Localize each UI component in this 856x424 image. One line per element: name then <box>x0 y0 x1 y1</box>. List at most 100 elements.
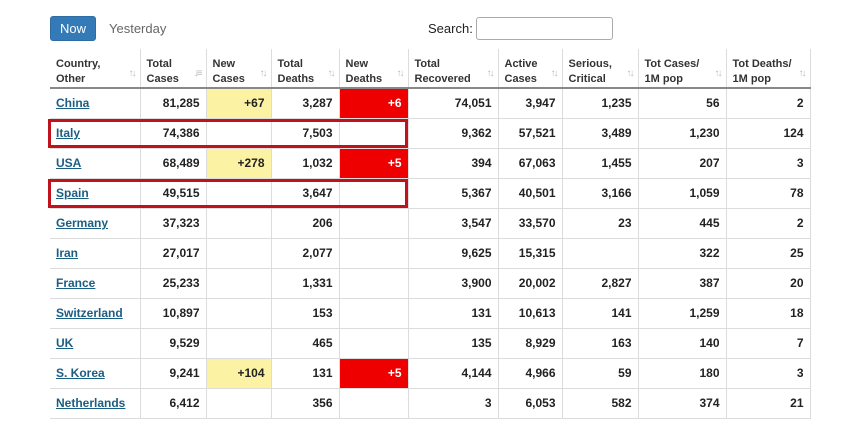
cell-new-cases <box>206 268 272 299</box>
column-header-label: Deaths <box>277 73 315 85</box>
column-header-total-recovered[interactable]: Total Recovered ↑↓ <box>408 49 499 89</box>
coronavirus-stats-table: Country, Other ↑↓ Total Cases ↓≡ New Cases ↑↓ Tot… <box>50 49 811 419</box>
table-row: USA 68,489 +278 1,032 +5 394 67,063 1,455 207 3 <box>50 148 811 179</box>
column-header-new-deaths[interactable]: New Deaths ↑↓ <box>339 49 409 89</box>
tab-now[interactable]: Now <box>50 16 96 41</box>
country-link[interactable]: Netherlands <box>56 396 125 410</box>
sort-both-icon[interactable]: ↑↓ <box>715 66 723 81</box>
country-link[interactable]: Italy <box>56 126 80 140</box>
tab-yesterday[interactable]: Yesterday <box>109 16 166 41</box>
cell-total-recovered: 3,547 <box>408 208 499 239</box>
cell-tot-cases-1m-pop: 1,230 <box>638 118 727 149</box>
column-header-serious-critical[interactable]: Serious, Critical ↑↓ <box>562 49 639 89</box>
cell-tot-deaths-1m-pop: 7 <box>726 328 811 359</box>
country-link[interactable]: UK <box>56 336 73 350</box>
cell-country: USA <box>50 148 141 179</box>
table-row: Switzerland 10,897 153 131 10,613 141 1,259 18 <box>50 298 811 329</box>
country-link[interactable]: USA <box>56 156 81 170</box>
cell-total-recovered: 135 <box>408 328 499 359</box>
column-header-label: New <box>212 58 236 70</box>
cell-tot-cases-1m-pop: 140 <box>638 328 727 359</box>
cell-total-deaths: 7,503 <box>271 118 340 149</box>
cell-serious-critical: 141 <box>562 298 639 329</box>
country-link[interactable]: Switzerland <box>56 306 123 320</box>
cell-active-cases: 6,053 <box>498 388 563 419</box>
cell-tot-deaths-1m-pop: 21 <box>726 388 811 419</box>
cell-total-cases: 6,412 <box>140 388 207 419</box>
cell-new-cases <box>206 208 272 239</box>
cell-total-cases: 37,323 <box>140 208 207 239</box>
country-link[interactable]: China <box>56 96 89 110</box>
sort-both-icon[interactable]: ↑↓ <box>551 66 559 81</box>
column-header-active-cases[interactable]: Active Cases ↑↓ <box>498 49 563 89</box>
table-row: S. Korea 9,241 +104 131 +5 4,144 4,966 59 180 3 <box>50 358 811 389</box>
sort-desc-icon[interactable]: ↓≡ <box>194 66 203 81</box>
cell-total-recovered: 394 <box>408 148 499 179</box>
cell-active-cases: 8,929 <box>498 328 563 359</box>
column-header-country[interactable]: Country, Other ↑↓ <box>50 49 141 89</box>
table-row: Netherlands 6,412 356 3 6,053 582 374 21 <box>50 388 811 419</box>
cell-new-cases <box>206 388 272 419</box>
column-header-label: 1M pop <box>644 73 684 85</box>
country-link[interactable]: Germany <box>56 216 108 230</box>
search-input[interactable] <box>476 17 613 40</box>
sort-both-icon[interactable]: ↑↓ <box>799 66 807 81</box>
cell-active-cases: 57,521 <box>498 118 563 149</box>
column-header-tot-deaths-1m-pop[interactable]: Tot Deaths/1M pop ↑↓ <box>726 49 811 89</box>
cell-country: Italy <box>50 118 141 149</box>
column-header-label: Deaths <box>345 73 383 85</box>
sort-both-icon[interactable]: ↑↓ <box>397 66 405 81</box>
cell-new-deaths: +5 <box>339 358 409 389</box>
cell-active-cases: 10,613 <box>498 298 563 329</box>
column-header-label: Active <box>504 58 538 70</box>
table-row: Iran 27,017 2,077 9,625 15,315 322 25 <box>50 238 811 269</box>
cell-active-cases: 15,315 <box>498 238 563 269</box>
cell-active-cases: 40,501 <box>498 178 563 209</box>
cell-total-recovered: 9,625 <box>408 238 499 269</box>
column-header-label: Cases <box>146 73 179 85</box>
cell-tot-cases-1m-pop: 56 <box>638 88 727 119</box>
sort-both-icon[interactable]: ↑↓ <box>627 66 635 81</box>
cell-serious-critical: 1,235 <box>562 88 639 119</box>
country-link[interactable]: S. Korea <box>56 366 105 380</box>
cell-tot-deaths-1m-pop: 18 <box>726 298 811 329</box>
cell-tot-deaths-1m-pop: 20 <box>726 268 811 299</box>
cell-tot-cases-1m-pop: 1,259 <box>638 298 727 329</box>
cell-serious-critical: 582 <box>562 388 639 419</box>
cell-total-recovered: 9,362 <box>408 118 499 149</box>
sort-both-icon[interactable]: ↑↓ <box>487 66 495 81</box>
country-link[interactable]: Spain <box>56 186 89 200</box>
cell-total-cases: 10,897 <box>140 298 207 329</box>
cell-new-deaths <box>339 388 409 419</box>
column-header-total-deaths[interactable]: Total Deaths ↑↓ <box>271 49 340 89</box>
column-header-tot-cases-1m-pop[interactable]: Tot Cases/1M pop ↑↓ <box>638 49 727 89</box>
cell-country: Switzerland <box>50 298 141 329</box>
cell-total-deaths: 153 <box>271 298 340 329</box>
cell-total-cases: 68,489 <box>140 148 207 179</box>
column-header-total-cases[interactable]: Total Cases ↓≡ <box>140 49 207 89</box>
table-row: France 25,233 1,331 3,900 20,002 2,827 387 20 <box>50 268 811 299</box>
cell-active-cases: 67,063 <box>498 148 563 179</box>
cell-total-cases: 49,515 <box>140 178 207 209</box>
cell-total-cases: 81,285 <box>140 88 207 119</box>
column-header-new-cases[interactable]: New Cases ↑↓ <box>206 49 272 89</box>
cell-total-deaths: 3,287 <box>271 88 340 119</box>
cell-active-cases: 33,570 <box>498 208 563 239</box>
cell-new-cases <box>206 328 272 359</box>
table-row: UK 9,529 465 135 8,929 163 140 7 <box>50 328 811 359</box>
cell-total-cases: 9,241 <box>140 358 207 389</box>
cell-tot-deaths-1m-pop: 2 <box>726 208 811 239</box>
sort-both-icon[interactable]: ↑↓ <box>328 66 336 81</box>
sort-both-icon[interactable]: ↑↓ <box>129 66 137 81</box>
cell-active-cases: 20,002 <box>498 268 563 299</box>
cell-total-deaths: 206 <box>271 208 340 239</box>
cell-serious-critical: 59 <box>562 358 639 389</box>
sort-both-icon[interactable]: ↑↓ <box>260 66 268 81</box>
cell-tot-deaths-1m-pop: 3 <box>726 148 811 179</box>
cell-new-deaths <box>339 298 409 329</box>
country-link[interactable]: Iran <box>56 246 78 260</box>
column-header-label: Tot Cases/ <box>644 58 700 70</box>
cell-tot-deaths-1m-pop: 25 <box>726 238 811 269</box>
cell-tot-cases-1m-pop: 207 <box>638 148 727 179</box>
country-link[interactable]: France <box>56 276 95 290</box>
